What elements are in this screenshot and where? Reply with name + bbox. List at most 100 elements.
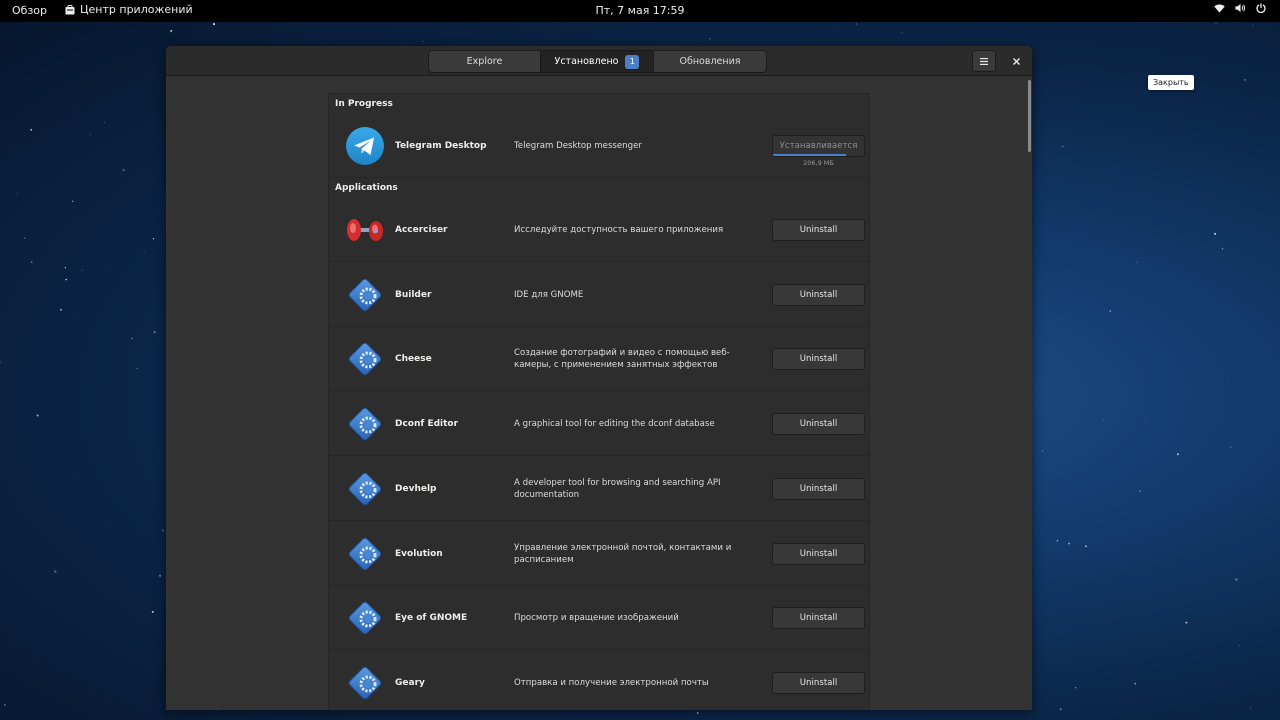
star (856, 23, 857, 25)
app-description: Отправка и получение электронной почты (514, 677, 709, 688)
uninstall-label: Uninstall (799, 289, 838, 300)
star (1176, 453, 1179, 456)
star (1215, 22, 1217, 24)
software-window: Explore Установлено 1 Обновления In Prog… (166, 46, 1032, 710)
star (1250, 708, 1252, 710)
uninstall-label: Uninstall (799, 419, 838, 430)
star (30, 128, 33, 131)
app-gear-icon (348, 343, 382, 376)
app-description: Исследуйте доступность вашего приложения (514, 225, 724, 235)
star (1221, 248, 1224, 250)
install-progress-bar (773, 154, 864, 156)
tab-explore[interactable]: Explore (428, 50, 541, 73)
app-gear-icon (348, 601, 382, 635)
star (1136, 261, 1138, 263)
uninstall-button[interactable]: Uninstall (772, 413, 865, 436)
star (837, 27, 839, 28)
app-name: Evolution (395, 548, 443, 559)
star (1252, 25, 1254, 26)
list-item[interactable]: Geary Отправка и получение электронной по… (329, 651, 869, 710)
scrollbar[interactable] (1028, 80, 1031, 152)
uninstall-button[interactable]: Uninstall (772, 607, 865, 630)
install-progress-fill (773, 154, 846, 156)
star (1134, 683, 1136, 685)
star (1185, 621, 1188, 624)
star (60, 308, 62, 311)
star (1109, 310, 1111, 312)
close-icon (1012, 57, 1020, 65)
star (30, 261, 33, 264)
star (122, 169, 125, 172)
star (153, 330, 156, 334)
uninstall-button[interactable]: Uninstall (772, 283, 865, 306)
star (81, 269, 83, 271)
section-title-applications: Applications (335, 183, 398, 193)
star (89, 134, 91, 136)
star (65, 278, 67, 281)
installed-count-badge: 1 (625, 54, 640, 69)
star (1103, 418, 1105, 421)
list-item[interactable]: Cheese Создание фотографий и видео с помо… (329, 327, 869, 392)
uninstall-button[interactable]: Uninstall (772, 477, 865, 500)
app-name: Центр приложений (80, 3, 193, 16)
uninstall-label: Uninstall (799, 548, 838, 559)
wifi-icon (1214, 4, 1225, 12)
app-name: Devhelp (395, 483, 437, 494)
power-icon (1256, 3, 1266, 13)
star (422, 40, 424, 42)
star (1235, 578, 1238, 581)
list-item[interactable]: Builder IDE для GNOME Uninstall (329, 263, 869, 327)
app-menu-button[interactable]: Центр приложений (65, 3, 193, 16)
app-gear-icon (348, 666, 382, 700)
app-gear-icon (348, 407, 382, 441)
uninstall-label: Uninstall (799, 483, 838, 494)
list-item[interactable]: Dconf Editor A graphical tool for editing… (329, 392, 869, 457)
list-item[interactable]: Devhelp A developer tool for browsing and… (329, 457, 869, 521)
installed-view: In Progress Telegram Desktop Telegram De… (166, 76, 1032, 710)
tab-installed[interactable]: Установлено 1 (541, 50, 654, 73)
uninstall-label: Uninstall (799, 677, 838, 688)
app-description: A graphical tool for editing the dconf d… (514, 419, 715, 430)
uninstall-label: Uninstall (799, 613, 838, 624)
app-name: Accerciser (395, 225, 448, 235)
clock[interactable]: Пт, 7 мая 17:59 (595, 4, 684, 17)
view-switcher: Explore Установлено 1 Обновления (428, 50, 767, 73)
list-item[interactable]: Evolution Управление электронной почтой, … (329, 522, 869, 586)
star (64, 266, 66, 269)
close-tooltip: Закрыть (1148, 75, 1194, 90)
star (152, 238, 155, 240)
close-button[interactable] (1004, 50, 1028, 72)
uninstall-button[interactable]: Uninstall (772, 542, 865, 565)
star (3, 704, 6, 706)
app-name: Telegram Desktop (395, 141, 487, 151)
telegram-icon (346, 127, 384, 165)
list-item[interactable]: Eye of GNOME Просмотр и вращение изображе… (329, 586, 869, 651)
list-item[interactable]: Telegram Desktop Telegram Desktop messen… (329, 114, 869, 178)
star (54, 570, 57, 573)
app-center-icon (65, 4, 75, 14)
star (1074, 687, 1077, 689)
tab-label: Explore (466, 56, 503, 67)
app-description: Просмотр и вращение изображений (514, 613, 679, 624)
accerciser-icon (347, 219, 383, 241)
star (1085, 545, 1087, 548)
hamburger-icon (980, 57, 988, 65)
uninstall-button[interactable]: Uninstall (772, 348, 865, 371)
system-status-area[interactable] (1214, 3, 1266, 13)
activities-button[interactable]: Обзор (12, 4, 47, 17)
app-description: A developer tool for browsing and search… (514, 477, 721, 500)
star (151, 610, 154, 613)
uninstall-button[interactable]: Uninstall (772, 219, 865, 241)
star (1214, 232, 1217, 235)
list-item[interactable]: Accerciser Исследуйте доступность вашего … (329, 198, 869, 262)
tab-label: Установлено (554, 56, 619, 67)
tab-updates[interactable]: Обновления (654, 50, 767, 73)
star (161, 529, 164, 532)
section-title-in-progress: In Progress (335, 99, 393, 109)
top-bar: Обзор Центр приложений Пт, 7 мая 17:59 (0, 0, 1280, 22)
volume-icon (1235, 3, 1246, 13)
menu-button[interactable] (972, 50, 996, 72)
installing-button[interactable]: Устанавливается (772, 135, 865, 157)
app-description: Создание фотографий и видео с помощью ве… (514, 348, 730, 371)
uninstall-button[interactable]: Uninstall (772, 671, 865, 694)
